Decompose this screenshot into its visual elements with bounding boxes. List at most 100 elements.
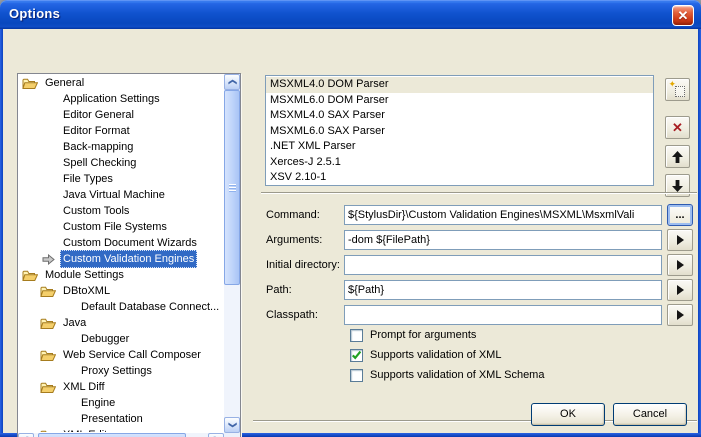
scroll-left-button[interactable]: ❮ [18,433,34,437]
tree-item-java-virtual-machine[interactable]: Java Virtual Machine [18,187,224,203]
initial-directory-input[interactable] [344,255,662,275]
engine-item-msxml6-0-sax-parser[interactable]: MSXML6.0 SAX Parser [266,124,653,140]
tree-item-back-mapping[interactable]: Back-mapping [18,139,224,155]
path-insert-button[interactable] [667,279,693,301]
indent-spacer [40,237,56,250]
initial-directory-insert-button[interactable] [667,254,693,276]
right-triangle-icon [677,310,684,320]
classpath-input[interactable] [344,305,662,325]
checkbox-supports-validation-of-xml[interactable] [350,349,363,362]
validation-engine-list[interactable]: MSXML4.0 DOM ParserMSXML6.0 DOM ParserMS… [265,75,654,186]
indent-spacer [40,93,56,106]
delete-engine-button[interactable]: ✕ [665,116,690,139]
indent-spacer [40,205,56,218]
classpath-label: Classpath: [266,304,318,326]
tree-item-web-service-call-composer[interactable]: Web Service Call Composer [18,347,224,363]
arguments-label: Arguments: [266,229,322,251]
chevron-up-icon: ❮ [228,79,236,86]
arrow-down-icon [672,180,683,192]
tree-item-custom-tools[interactable]: Custom Tools [18,203,224,219]
checkbox-prompt-for-arguments[interactable] [350,329,363,342]
checkbox-row-supports-validation-of-xml[interactable]: Supports validation of XML [350,348,501,363]
engine-item-msxml4-0-sax-parser[interactable]: MSXML4.0 SAX Parser [266,108,653,124]
tree-item-presentation[interactable]: Presentation [18,411,224,427]
ok-button[interactable]: OK [531,403,605,426]
tree-item-dbtoxml[interactable]: DBtoXML [18,283,224,299]
tree-item-xml-diff[interactable]: XML Diff [18,379,224,395]
window-title: Options [9,0,60,28]
tree-horizontal-scrollbar[interactable]: ❮ ❯ [18,433,224,437]
checkbox-row-prompt-for-arguments[interactable]: Prompt for arguments [350,328,476,343]
tree-item-custom-file-systems[interactable]: Custom File Systems [18,219,224,235]
tree-item-file-types[interactable]: File Types [18,171,224,187]
engine-item-msxml6-0-dom-parser[interactable]: MSXML6.0 DOM Parser [266,93,653,109]
scroll-right-button[interactable]: ❯ [208,433,224,437]
command-input[interactable] [344,205,662,225]
checkbox-row-supports-validation-of-xml-schema[interactable]: Supports validation of XML Schema [350,368,544,383]
checkbox-label: Supports validation of XML Schema [370,368,544,383]
tree-item-proxy-settings[interactable]: Proxy Settings [18,363,224,379]
titlebar[interactable]: Options ✕ [0,0,701,29]
indent-spacer [40,141,56,154]
indent-spacer [58,397,74,410]
tree-item-editor-general[interactable]: Editor General [18,107,224,123]
tree-item-editor-format[interactable]: Editor Format [18,123,224,139]
cancel-button[interactable]: Cancel [613,403,687,426]
indent-spacer [58,365,74,378]
arrow-up-icon [672,151,683,163]
tree-item-java[interactable]: Java [18,315,224,331]
checkbox-label: Supports validation of XML [370,348,501,363]
checkbox-supports-validation-of-xml-schema[interactable] [350,369,363,382]
tree-item-general[interactable]: General [18,75,224,91]
engine-item-xsv-2-10-1[interactable]: XSV 2.10-1 [266,170,653,186]
tree-item-default-database-connect[interactable]: Default Database Connect... [18,299,224,315]
initial-directory-row: Initial directory: [259,254,699,277]
selected-arrow-icon [40,253,56,266]
indent-spacer [40,125,56,138]
indent-spacer [40,221,56,234]
command-label: Command: [266,204,320,226]
engine-item-net-xml-parser[interactable]: .NET XML Parser [266,139,653,155]
arguments-input[interactable] [344,230,662,250]
settings-tree-rows: GeneralApplication SettingsEditor Genera… [18,75,224,432]
right-triangle-icon [677,235,684,245]
new-engine-button[interactable]: ✦ [665,78,690,101]
ellipsis-icon: ... [675,210,684,220]
arguments-row: Arguments: [259,229,699,252]
horizontal-scroll-thumb[interactable] [38,433,186,437]
right-triangle-icon [677,260,684,270]
tree-item-application-settings[interactable]: Application Settings [18,91,224,107]
tree-item-debugger[interactable]: Debugger [18,331,224,347]
folder-icon [40,317,56,330]
chevron-down-icon: ❯ [228,422,236,429]
classpath-insert-button[interactable] [667,304,693,326]
scroll-up-button[interactable]: ❮ [224,74,240,90]
tree-item-custom-validation-engines[interactable]: Custom Validation Engines [18,251,224,267]
command-row: Command:... [259,204,699,227]
command-browse-button[interactable]: ... [667,204,693,226]
close-button[interactable]: ✕ [672,5,694,26]
move-up-button[interactable] [665,145,690,168]
tree-item-spell-checking[interactable]: Spell Checking [18,155,224,171]
folder-icon [40,285,56,298]
tree-item-engine[interactable]: Engine [18,395,224,411]
tree-vertical-scrollbar[interactable]: ❮ ❯ [224,74,240,433]
engine-item-msxml4-0-dom-parser[interactable]: MSXML4.0 DOM Parser [266,77,653,93]
tree-item-label: Default Database Connect... [78,298,222,316]
dotted-document-shape [675,86,685,97]
tree-item-custom-document-wizards[interactable]: Custom Document Wizards [18,235,224,251]
tree-item-label: XML Editor [60,426,120,432]
close-icon: ✕ [678,8,689,23]
folder-icon [22,77,38,90]
vertical-scroll-thumb[interactable] [224,90,240,285]
tree-item-module-settings[interactable]: Module Settings [18,267,224,283]
indent-spacer [40,109,56,122]
dialog-body: GeneralApplication SettingsEditor Genera… [3,29,698,433]
scroll-down-button[interactable]: ❯ [224,417,240,433]
arguments-insert-button[interactable] [667,229,693,251]
folder-icon [40,381,56,394]
path-input[interactable] [344,280,662,300]
engine-item-xerces-j-2-5-1[interactable]: Xerces-J 2.5.1 [266,155,653,171]
path-label: Path: [266,279,292,301]
indent-spacer [58,333,74,346]
